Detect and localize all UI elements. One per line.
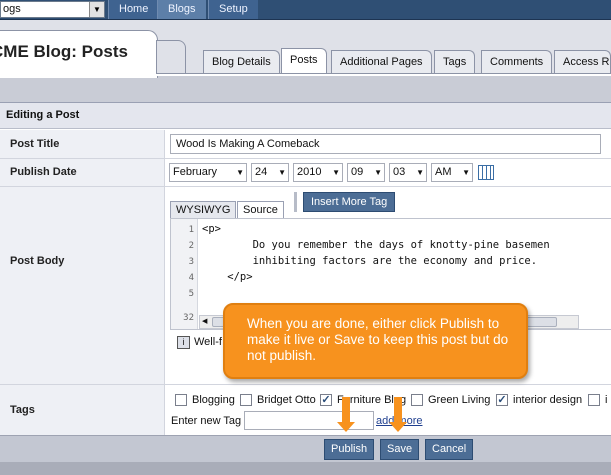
ampm-value: AM xyxy=(435,166,452,178)
month-value: February xyxy=(173,166,218,178)
collapse-tab[interactable] xyxy=(156,40,186,74)
edit-post-panel: Editing a Post Post Title Wood Is Making… xyxy=(0,102,611,462)
day-value: 24 xyxy=(255,166,268,178)
arrow-down-icon xyxy=(389,397,407,432)
arrow-down-icon xyxy=(337,397,355,432)
post-body-label: Post Body xyxy=(0,187,165,384)
nav-setup[interactable]: Setup xyxy=(208,0,258,19)
hour-select[interactable]: 09 ▼ xyxy=(347,163,385,182)
cancel-button[interactable]: Cancel xyxy=(425,439,474,460)
tag-label: Bridget Otto xyxy=(257,394,316,406)
chevron-down-icon: ▼ xyxy=(332,168,340,177)
tag-checkbox-furniture-blog[interactable]: ✓ xyxy=(320,394,332,406)
line-number: 32 xyxy=(183,313,194,323)
chevron-down-icon: ▼ xyxy=(416,168,424,177)
month-select[interactable]: February ▼ xyxy=(169,163,247,182)
tab-posts[interactable]: Posts xyxy=(281,48,327,73)
tag-checkbox-bridget-otto[interactable] xyxy=(240,394,252,406)
chevron-down-icon: ▼ xyxy=(374,168,382,177)
save-button[interactable]: Save xyxy=(380,439,420,460)
top-nav-bar: ogs ▼ Home Blogs Setup xyxy=(0,0,611,20)
nav-blogs[interactable]: Blogs xyxy=(157,0,206,19)
section-heading: Editing a Post xyxy=(0,103,611,129)
day-select[interactable]: 24 ▼ xyxy=(251,163,289,182)
publish-date-row: Publish Date February ▼ 24 ▼ 2010 ▼ 09 ▼ 03 ▼… xyxy=(0,159,611,187)
action-button-bar: Publish Save Cancel xyxy=(0,435,611,462)
tab-wysiwyg[interactable]: WYSIWYG xyxy=(170,201,237,218)
scroll-left-icon[interactable]: ◀ xyxy=(202,316,207,328)
tutorial-callout: When you are done, either click Publish … xyxy=(223,303,528,379)
tag-checkbox-blogging[interactable] xyxy=(175,394,187,406)
site-selector[interactable]: ogs ▼ xyxy=(0,1,105,18)
calendar-icon[interactable] xyxy=(478,165,494,180)
publish-date-label: Publish Date xyxy=(0,159,165,186)
chevron-down-icon: ▼ xyxy=(278,168,286,177)
insert-more-tag-button[interactable]: Insert More Tag xyxy=(303,192,396,212)
code-line: <p> xyxy=(202,223,221,235)
site-selector-value: ogs xyxy=(3,3,21,15)
info-icon: i xyxy=(177,336,190,349)
tag-label: interior design xyxy=(513,394,583,406)
tab-access[interactable]: Access R xyxy=(554,50,611,73)
line-number-gutter: 1 2 3 4 5 32 xyxy=(171,219,198,329)
page-title: CME Blog: Posts xyxy=(0,42,128,61)
line-number: 4 xyxy=(188,273,194,283)
chevron-down-icon: ▼ xyxy=(236,168,244,177)
line-number: 3 xyxy=(188,257,194,267)
page-header: CME Blog: Posts Blog Details Posts Addit… xyxy=(0,20,611,78)
code-line: </p> xyxy=(202,271,253,283)
tag-checkbox-interior-design[interactable]: ✓ xyxy=(496,394,508,406)
tag-checkbox-green-living[interactable] xyxy=(411,394,423,406)
tab-tags[interactable]: Tags xyxy=(434,50,476,73)
wellformed-note: Well-f xyxy=(194,336,222,348)
tag-label: Green Living xyxy=(428,394,491,406)
chevron-down-icon: ▼ xyxy=(462,168,470,177)
tag-label: Blogging xyxy=(192,394,235,406)
line-number: 5 xyxy=(188,289,194,299)
tab-source[interactable]: Source xyxy=(237,201,284,218)
tab-blog-details[interactable]: Blog Details xyxy=(203,50,280,73)
year-select[interactable]: 2010 ▼ xyxy=(293,163,343,182)
tags-label: Tags xyxy=(0,385,165,435)
year-value: 2010 xyxy=(297,166,322,178)
nav-home[interactable]: Home xyxy=(108,0,159,19)
tag-checkbox-i[interactable] xyxy=(588,394,600,406)
toolbar-divider xyxy=(294,192,297,212)
tab-comments[interactable]: Comments xyxy=(481,50,553,73)
minute-value: 03 xyxy=(393,166,406,178)
post-title-input[interactable]: Wood Is Making A Comeback xyxy=(170,134,601,154)
new-tag-label: Enter new Tag xyxy=(171,415,242,427)
page-footer-strip xyxy=(0,462,611,475)
chevron-down-icon[interactable]: ▼ xyxy=(89,2,104,17)
tags-row: Tags Blogging Bridget Otto ✓ Furniture B… xyxy=(0,385,611,436)
hour-value: 09 xyxy=(351,166,364,178)
page-title-tab: CME Blog: Posts xyxy=(0,30,158,78)
tab-additional-pages[interactable]: Additional Pages xyxy=(331,50,432,73)
code-line: Do you remember the days of knotty-pine … xyxy=(202,239,550,251)
publish-button[interactable]: Publish xyxy=(324,439,375,460)
minute-select[interactable]: 03 ▼ xyxy=(389,163,427,182)
tabs-baseline xyxy=(156,73,611,76)
post-title-label: Post Title xyxy=(0,130,165,158)
tag-label: i xyxy=(605,394,608,406)
line-number: 2 xyxy=(188,241,194,251)
code-line: inhibiting factors are the economy and p… xyxy=(202,255,538,267)
post-title-row: Post Title Wood Is Making A Comeback xyxy=(0,130,611,159)
line-number: 1 xyxy=(188,225,194,235)
ampm-select[interactable]: AM ▼ xyxy=(431,163,473,182)
